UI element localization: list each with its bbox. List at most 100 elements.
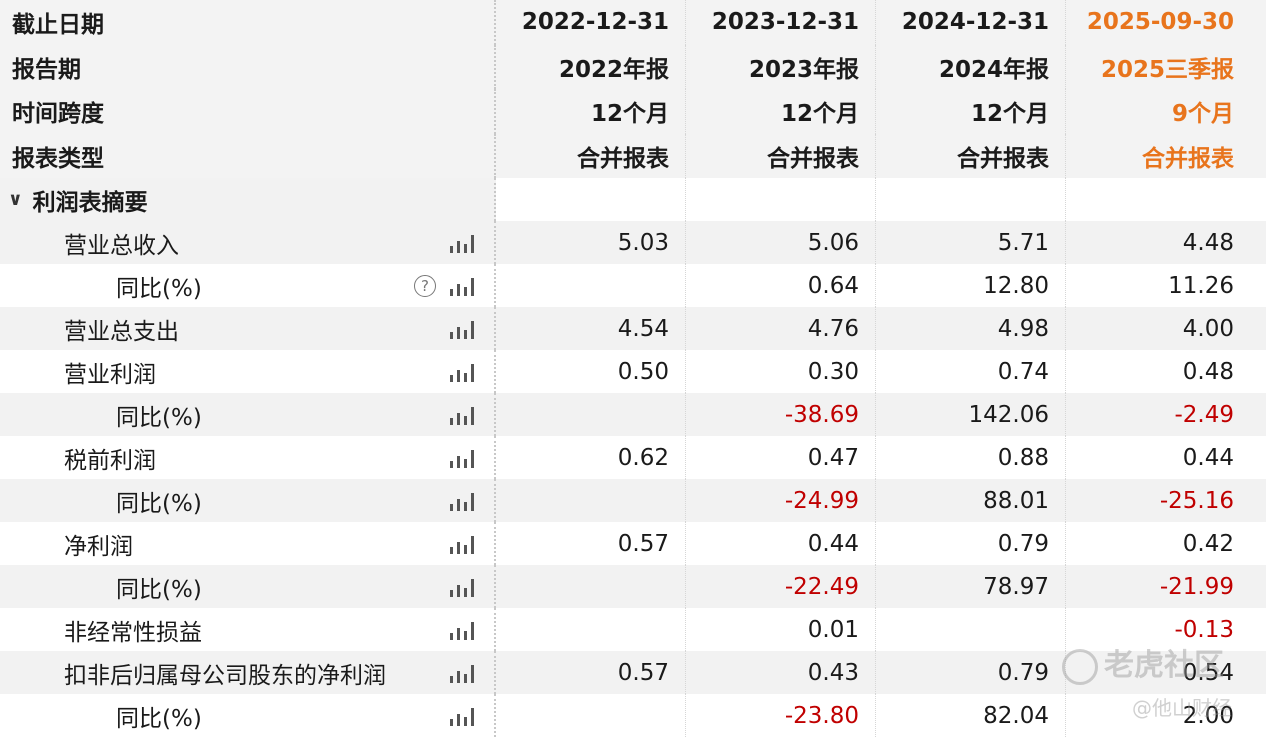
row-label: 同比(%) — [0, 479, 496, 522]
value-cell: 0.30 — [686, 350, 876, 393]
row-label-text: 非经常性损益 — [64, 619, 202, 646]
row-label-text: 营业利润 — [64, 361, 156, 388]
header-cell: 2023-12-31 — [686, 0, 876, 45]
row-label-text: 同比(%) — [116, 490, 202, 517]
value-cell: 0.44 — [1182, 444, 1234, 471]
bar-chart-icon[interactable] — [450, 534, 474, 554]
table-row: 同比(%) -38.69 142.06 -2.49 — [0, 393, 1266, 436]
table-row: 同比(%) -22.49 78.97 -21.99 — [0, 565, 1266, 608]
table-row: 净利润 0.57 0.44 0.79 0.42 — [0, 522, 1266, 565]
bar-chart-icon[interactable] — [450, 706, 474, 726]
header-row: 报表类型 合并报表 合并报表 合并报表 合并报表 — [0, 133, 1266, 178]
row-label-text: 同比(%) — [116, 705, 202, 732]
value-cell: -22.49 — [686, 565, 876, 608]
value-cell: 12.80 — [876, 264, 1066, 307]
bar-chart-icon[interactable] — [450, 577, 474, 597]
header-cell: 12个月 — [686, 89, 876, 134]
section-title-text: 利润表摘要 — [32, 189, 148, 216]
header-cell: 合并报表 — [1142, 145, 1234, 172]
bar-chart-icon[interactable] — [450, 620, 474, 640]
value-cell: -24.99 — [686, 479, 876, 522]
header-label: 截止日期 — [0, 0, 496, 45]
section-row[interactable]: ∨ 利润表摘要 — [0, 178, 1266, 221]
table-row: 税前利润 0.62 0.47 0.88 0.44 — [0, 436, 1266, 479]
table-row: 同比(%) -23.80 82.04 2.00 — [0, 694, 1266, 737]
row-label: 营业利润 — [0, 350, 496, 393]
row-label: 营业总收入 — [0, 221, 496, 264]
value-cell: 0.57 — [496, 651, 686, 694]
value-cell — [496, 565, 686, 608]
bar-chart-icon[interactable] — [450, 233, 474, 253]
row-label: 同比(%)? — [0, 264, 496, 307]
bar-chart-icon[interactable] — [450, 405, 474, 425]
table-row: 非经常性损益 0.01 -0.13 — [0, 608, 1266, 651]
value-cell: 142.06 — [876, 393, 1066, 436]
header-cell: 2022年报 — [496, 44, 686, 89]
help-icon[interactable]: ? — [414, 274, 436, 297]
table-row: 营业总支出 4.54 4.76 4.98 4.00 — [0, 307, 1266, 350]
value-cell — [876, 608, 1066, 651]
row-label-text: 税前利润 — [64, 447, 156, 474]
bar-chart-icon[interactable] — [450, 663, 474, 683]
header-cell: 2023年报 — [686, 44, 876, 89]
value-cell — [496, 479, 686, 522]
section-cell — [686, 178, 876, 221]
value-cell: 4.54 — [496, 307, 686, 350]
bar-chart-icon[interactable] — [450, 491, 474, 511]
value-cell: -23.80 — [686, 694, 876, 737]
value-cell: 82.04 — [876, 694, 1066, 737]
bar-chart-icon[interactable] — [450, 319, 474, 339]
header-row: 时间跨度 12个月 12个月 12个月 9个月 — [0, 89, 1266, 134]
row-label: 营业总支出 — [0, 307, 496, 350]
row-label: 税前利润 — [0, 436, 496, 479]
value-cell: -38.69 — [686, 393, 876, 436]
value-cell: 0.64 — [686, 264, 876, 307]
table-row: 同比(%) -24.99 88.01 -25.16 — [0, 479, 1266, 522]
table-body: 营业总收入 5.03 5.06 5.71 4.48 同比(%)? 0.64 12.80 11.2… — [0, 221, 1266, 737]
section-cell — [876, 178, 1066, 221]
value-cell: 0.50 — [496, 350, 686, 393]
value-cell: 4.98 — [876, 307, 1066, 350]
table-row: 同比(%)? 0.64 12.80 11.26 — [0, 264, 1266, 307]
header-cell: 2025三季报 — [1100, 56, 1234, 83]
table-header: 截止日期 2022-12-31 2023-12-31 2024-12-31 2025-0… — [0, 0, 1266, 178]
financial-table: 截止日期 2022-12-31 2023-12-31 2024-12-31 2025-0… — [0, 0, 1266, 737]
value-cell: 0.54 — [1182, 659, 1234, 686]
section-cell — [496, 178, 686, 221]
header-label: 时间跨度 — [0, 89, 496, 134]
value-cell: 5.03 — [496, 221, 686, 264]
value-cell — [496, 608, 686, 651]
value-cell: 0.48 — [1182, 358, 1234, 385]
bar-chart-icon[interactable] — [450, 448, 474, 468]
row-label-text: 营业总收入 — [64, 232, 179, 259]
value-cell — [496, 393, 686, 436]
row-label: 净利润 — [0, 522, 496, 565]
header-cell: 12个月 — [496, 89, 686, 134]
value-cell: 0.44 — [686, 522, 876, 565]
header-cell: 合并报表 — [496, 133, 686, 178]
row-label: 非经常性损益 — [0, 608, 496, 651]
value-cell: -0.13 — [1174, 616, 1234, 643]
header-cell: 合并报表 — [876, 133, 1066, 178]
value-cell — [496, 694, 686, 737]
value-cell: 4.76 — [686, 307, 876, 350]
row-label-text: 同比(%) — [116, 576, 202, 603]
value-cell: 0.74 — [876, 350, 1066, 393]
value-cell: 0.62 — [496, 436, 686, 479]
section-cell — [1066, 178, 1256, 221]
header-label: 报表类型 — [0, 133, 496, 178]
header-cell: 12个月 — [876, 89, 1066, 134]
chevron-down-icon[interactable]: ∨ — [8, 189, 23, 210]
section-title[interactable]: ∨ 利润表摘要 — [0, 178, 496, 221]
header-cell: 9个月 — [1171, 101, 1234, 128]
row-label: 扣非后归属母公司股东的净利润 — [0, 651, 496, 694]
value-cell: 2.00 — [1182, 702, 1234, 729]
value-cell: 78.97 — [876, 565, 1066, 608]
header-cell: 合并报表 — [686, 133, 876, 178]
row-label: 同比(%) — [0, 694, 496, 737]
value-cell — [496, 264, 686, 307]
value-cell: 4.00 — [1182, 315, 1234, 342]
bar-chart-icon[interactable] — [450, 276, 474, 296]
header-row: 截止日期 2022-12-31 2023-12-31 2024-12-31 2025-0… — [0, 0, 1266, 45]
bar-chart-icon[interactable] — [450, 362, 474, 382]
